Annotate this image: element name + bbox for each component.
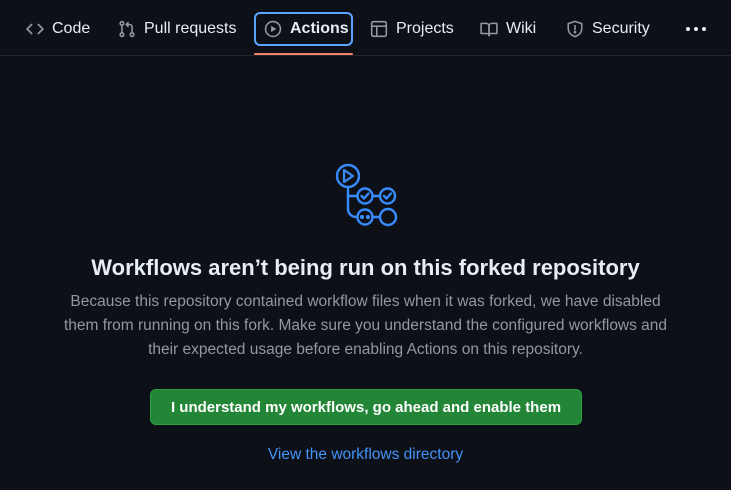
kebab-horizontal-icon — [684, 27, 708, 44]
tab-projects[interactable]: Projects — [370, 12, 454, 46]
tab-security-label: Security — [592, 20, 650, 37]
book-icon — [480, 20, 498, 38]
tab-code[interactable]: Code — [26, 12, 90, 46]
shield-icon — [566, 20, 584, 38]
active-tab-underline — [254, 53, 353, 55]
tab-actions[interactable]: Actions — [254, 12, 353, 46]
tab-wiki[interactable]: Wiki — [480, 12, 536, 46]
enable-actions-button[interactable]: I understand my workflows, go ahead and … — [150, 389, 582, 425]
tab-pull-requests-label: Pull requests — [144, 20, 237, 37]
workflow-icon — [331, 162, 401, 228]
tab-security[interactable]: Security — [566, 12, 650, 46]
view-workflows-directory-link[interactable]: View the workflows directory — [0, 446, 731, 464]
page-title: Workflows aren’t being run on this forke… — [91, 255, 640, 280]
table-icon — [370, 20, 388, 38]
more-tabs-button[interactable] — [684, 18, 708, 40]
git-pull-request-icon — [118, 20, 136, 38]
tab-pull-requests[interactable]: Pull requests — [118, 12, 237, 46]
description-text: Because this repository contained workfl… — [63, 293, 668, 358]
tab-actions-label: Actions — [290, 20, 349, 37]
tab-code-label: Code — [52, 20, 91, 37]
play-icon — [264, 20, 282, 38]
tab-wiki-label: Wiki — [506, 20, 537, 37]
repo-nav: Code Pull requests Actions Projects Wiki… — [0, 0, 731, 56]
code-icon — [26, 20, 44, 38]
tab-projects-label: Projects — [396, 20, 454, 37]
